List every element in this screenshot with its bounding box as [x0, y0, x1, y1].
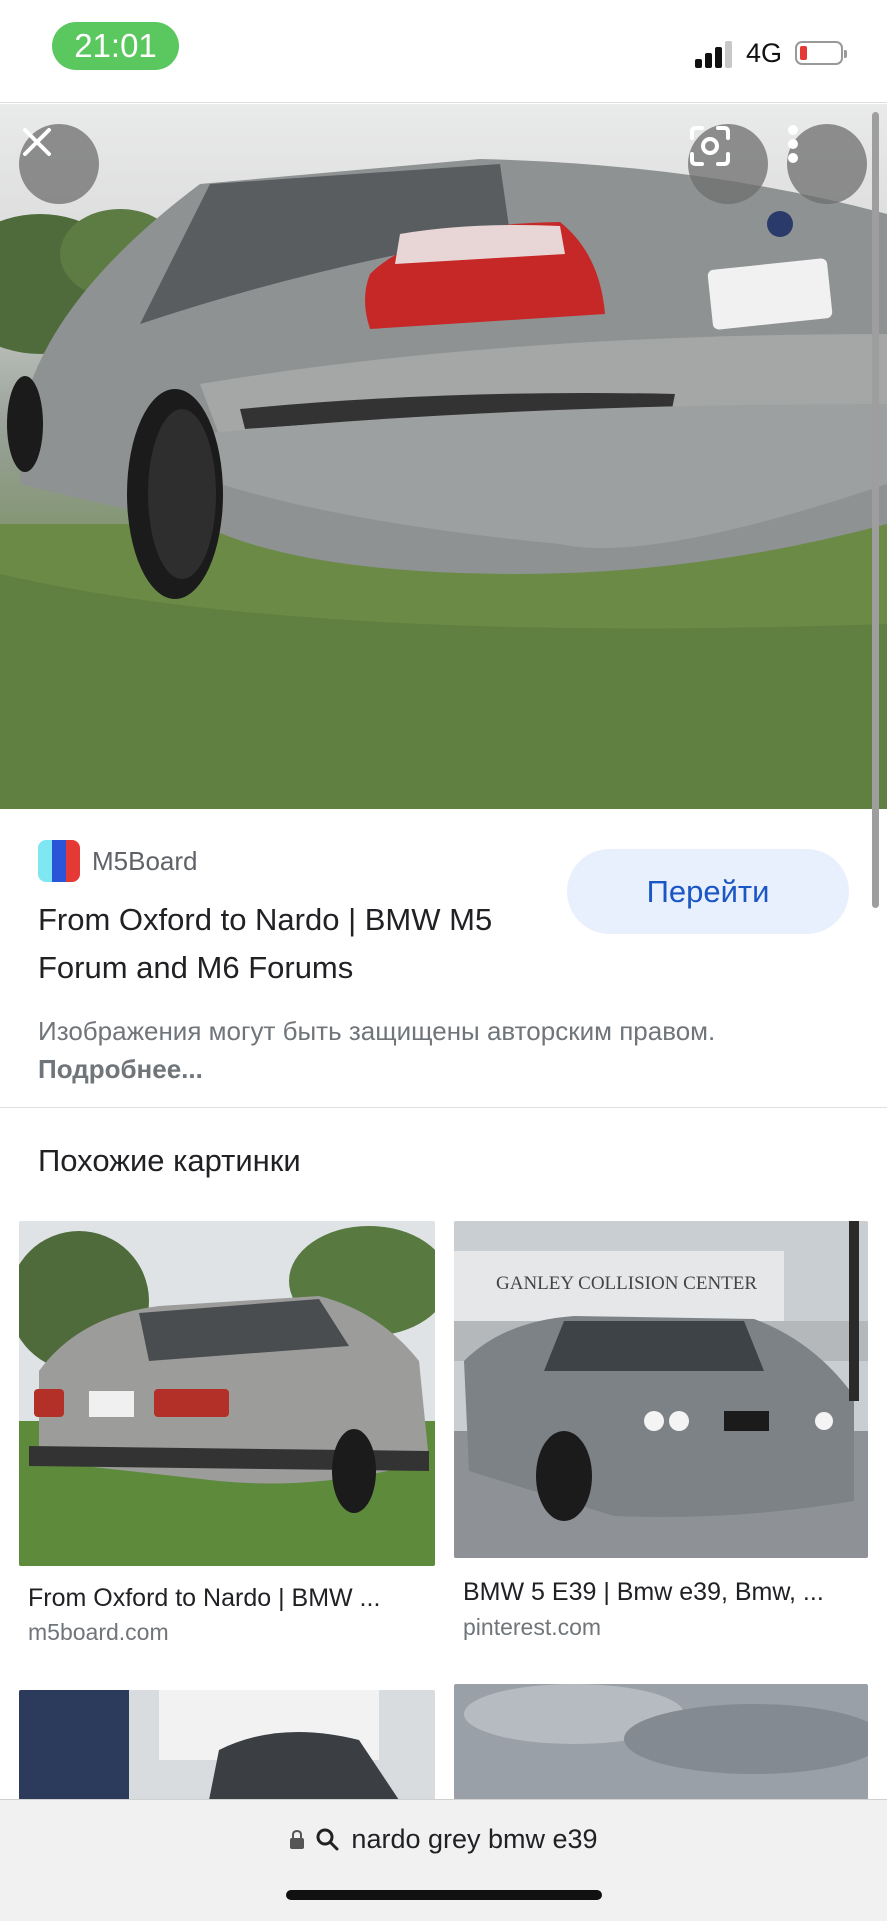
address-bar[interactable]: nardo grey bmw e39: [0, 1824, 887, 1855]
car-photo-1: [19, 1221, 435, 1566]
lens-icon: [690, 126, 730, 166]
lens-button[interactable]: [688, 124, 768, 204]
scrollbar[interactable]: [872, 112, 879, 908]
close-button[interactable]: [19, 124, 99, 204]
sky-photo-4: [454, 1684, 868, 1800]
search-query: nardo grey bmw e39: [351, 1824, 598, 1854]
building-sign: GANLEY COLLISION CENTER: [496, 1273, 758, 1294]
lock-icon: [290, 1829, 305, 1849]
similar-domain-1: m5board.com: [28, 1619, 169, 1645]
copyright-text: Изображения могут быть защищены авторски…: [38, 1016, 716, 1046]
main-image-preview[interactable]: [0, 104, 887, 809]
battery-icon: [795, 41, 847, 65]
car-photo-2: [454, 1221, 868, 1558]
m5board-favicon: [38, 840, 80, 882]
status-bar: 21:01 4G: [0, 0, 887, 103]
result-source[interactable]: M5Board: [38, 840, 198, 882]
learn-more-link[interactable]: Подробнее...: [38, 1054, 203, 1084]
copyright-notice: Изображения могут быть защищены авторски…: [38, 1012, 798, 1088]
source-name: M5Board: [92, 845, 198, 876]
close-icon: [23, 128, 51, 156]
car-photo-3: [19, 1690, 435, 1800]
visit-button[interactable]: Перейти: [567, 849, 849, 934]
similar-image-3[interactable]: [19, 1690, 435, 1800]
similar-title-2[interactable]: BMW 5 E39 | Bmw e39, Bmw, ...: [463, 1578, 824, 1607]
status-time: 21:01: [52, 22, 179, 70]
browser-bottom-bar: nardo grey bmw e39: [0, 1799, 887, 1921]
similar-image-2[interactable]: GANLEY COLLISION CENTER: [454, 1221, 868, 1558]
more-vertical-icon: [788, 125, 798, 163]
section-divider: [0, 1107, 887, 1108]
similar-domain-2: pinterest.com: [463, 1614, 602, 1640]
cellular-signal-icon: [695, 40, 735, 68]
similar-images-heading: Похожие картинки: [38, 1143, 301, 1178]
home-indicator[interactable]: [286, 1890, 602, 1900]
car-photo: [0, 159, 887, 809]
similar-image-1[interactable]: [19, 1221, 435, 1566]
more-options-button[interactable]: [787, 124, 867, 204]
result-title[interactable]: From Oxford to Nardo | BMW M5 Forum and …: [38, 896, 558, 992]
network-type: 4G: [746, 38, 783, 68]
search-icon: [316, 1828, 339, 1850]
similar-title-1[interactable]: From Oxford to Nardo | BMW ...: [28, 1584, 380, 1613]
similar-image-4[interactable]: [454, 1684, 868, 1800]
